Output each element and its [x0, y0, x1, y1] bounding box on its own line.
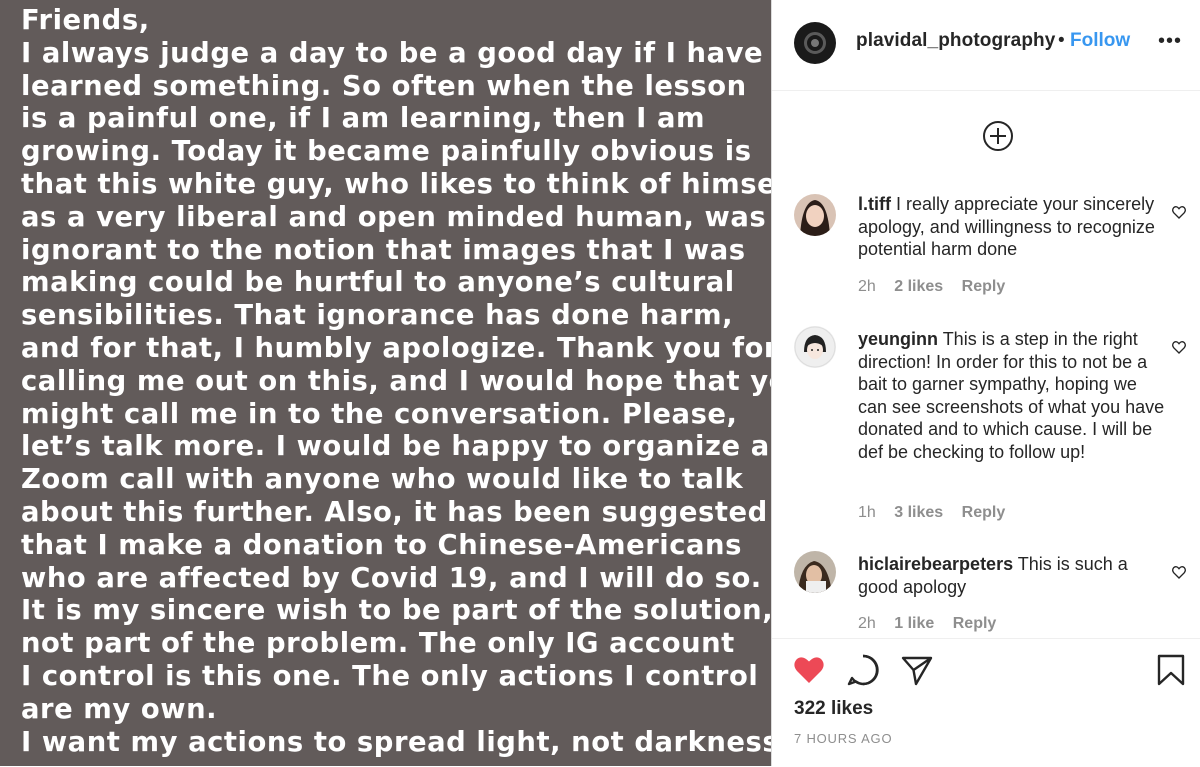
post-text-line: might call me in to the conversation. Pl…: [21, 398, 738, 430]
post-text-line: Zoom call with anyone who would like to …: [21, 464, 744, 496]
post-header: plavidal_photography • Follow •••: [772, 0, 1200, 91]
post-text-line: It is my sincere wish to be part of the …: [21, 595, 771, 627]
comment-likes[interactable]: 3 likes: [894, 504, 943, 521]
follow-button[interactable]: Follow: [1070, 30, 1130, 52]
comment-text-block: l.tiff I really appreciate your sincerel…: [858, 193, 1168, 261]
post-text-line: ignorant to the notion that images that …: [21, 234, 746, 266]
post-text-line: as a very liberal and open minded human,…: [21, 201, 767, 233]
post-text-line: is a painful one, if I am learning, then…: [21, 103, 706, 135]
post-text-line: calling me out on this, and I would hope…: [21, 365, 771, 397]
comment-avatar[interactable]: [794, 551, 836, 593]
post-text-line: are my own.: [21, 693, 218, 725]
post-text-line: not part of the problem. The only IG acc…: [21, 628, 735, 660]
comment-time: 2h: [858, 278, 876, 295]
post-text-line: growing. Today it became painfully obvio…: [21, 136, 752, 168]
comment-username[interactable]: yeunginn: [858, 329, 938, 349]
comment-avatar[interactable]: [794, 326, 836, 368]
heart-outline-icon[interactable]: [1171, 564, 1187, 580]
comment-text-block: hiclairebearpeters This is such a good a…: [858, 553, 1168, 598]
plus-circle-icon[interactable]: [982, 120, 1014, 152]
post-text-line: about this further. Also, it has been su…: [21, 496, 768, 528]
comment-icon[interactable]: [846, 653, 880, 687]
reply-button[interactable]: Reply: [962, 504, 1006, 521]
bookmark-icon[interactable]: [1154, 653, 1188, 687]
more-options-icon[interactable]: •••: [1158, 30, 1182, 53]
post-text-line: I control is this one. The only actions …: [21, 660, 759, 692]
post-text-line: sensibilities. That ignorance has done h…: [21, 300, 734, 332]
comment-likes[interactable]: 2 likes: [894, 278, 943, 295]
comment-time: 2h: [858, 615, 876, 632]
share-icon[interactable]: [900, 653, 934, 687]
post-side-panel: plavidal_photography • Follow ••• l.tiff…: [771, 0, 1200, 766]
reply-button[interactable]: Reply: [962, 278, 1006, 295]
heart-outline-icon[interactable]: [1171, 339, 1187, 355]
comment-username[interactable]: l.tiff: [858, 194, 891, 214]
post-timestamp[interactable]: 7 HOURS AGO: [794, 731, 892, 746]
post-image-text: Friends, I always judge a day to be a go…: [21, 5, 771, 759]
comment-meta: 2h 1 like Reply: [858, 615, 1010, 633]
post-text-line: Friends,: [21, 5, 150, 36]
post-text-line: that I make a donation to Chinese-Americ…: [21, 529, 742, 561]
comment-time: 1h: [858, 504, 876, 521]
post-text-line: learned something. So often when the les…: [21, 70, 747, 102]
comment-meta: 2h 2 likes Reply: [858, 278, 1019, 296]
post-text-line: I want my actions to spread light, not d…: [21, 726, 771, 758]
comment-likes[interactable]: 1 like: [894, 615, 934, 632]
instagram-post-view: Friends, I always judge a day to be a go…: [0, 0, 1200, 766]
comment-meta: 1h 3 likes Reply: [858, 504, 1019, 522]
reply-button[interactable]: Reply: [953, 615, 997, 632]
heart-outline-icon[interactable]: [1171, 204, 1187, 220]
post-text-line: and for that, I humbly apologize. Thank …: [21, 332, 771, 364]
comment-text: I really appreciate your sincerely apolo…: [858, 194, 1155, 260]
author-avatar[interactable]: [794, 22, 836, 64]
post-actions: 322 likes 7 HOURS AGO: [772, 638, 1200, 767]
post-text-line: that this white guy, who likes to think …: [21, 168, 771, 200]
post-text-line: making could be hurtful to anyone’s cult…: [21, 267, 735, 299]
heart-filled-icon[interactable]: [792, 653, 826, 687]
post-text-line: who are affected by Covid 19, and I will…: [21, 562, 762, 594]
post-text-line: let’s talk more. I would be happy to org…: [21, 431, 770, 463]
post-image[interactable]: Friends, I always judge a day to be a go…: [0, 0, 771, 766]
post-text-line: I always judge a day to be a good day if…: [21, 37, 764, 69]
header-separator: •: [1058, 30, 1065, 51]
comment-text-block: yeunginn This is a step in the right dir…: [858, 328, 1168, 464]
comment-avatar[interactable]: [794, 194, 836, 236]
author-username[interactable]: plavidal_photography: [856, 30, 1055, 52]
likes-count[interactable]: 322 likes: [794, 698, 873, 720]
comment-username[interactable]: hiclairebearpeters: [858, 554, 1013, 574]
